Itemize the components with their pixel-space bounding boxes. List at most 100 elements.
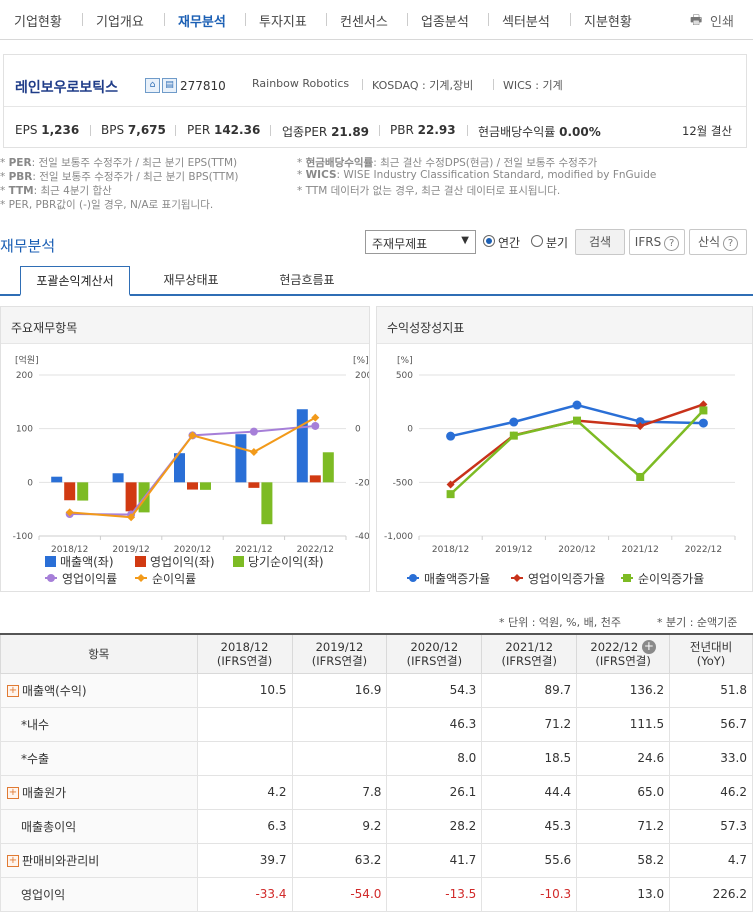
x-tick-label: 2018/12 [51,545,88,555]
bar-0-3 [235,434,247,483]
point-0-2 [572,400,582,410]
formula-button-label: 산식 [697,235,721,249]
bar-0-0 [51,476,63,483]
table-cell: 18.5 [481,740,578,776]
note-dividend: * 현금배당수익률: 최근 결산 수정DPS(현금) / 전일 보통주 수정주가 [297,157,598,169]
point-0-4 [698,418,708,428]
financial-table: 항목 2018/12 (IFRS연결) 2019/12 (IFRS연결) 2020/… [0,633,753,912]
x-tick-label: 2020/12 [558,545,595,555]
bar-2-2 [200,482,211,490]
tab-balance-sheet[interactable]: 재무상태표 [136,266,246,296]
table-cell: -33.4 [196,876,293,912]
formula-button[interactable]: 산식? [689,229,747,255]
nav-tab-2[interactable]: 재무분석 [178,11,226,30]
table-cell: 24.6 [576,740,671,776]
fiscal-month: 12월 결산 [682,124,733,138]
series-line-1 [449,403,704,486]
expand-icon[interactable]: + [7,685,19,697]
legend-label-0: 매출액증가율 [424,572,490,586]
top-nav: 기업현황 기업개요 재무분석 투자지표 컨센서스 업종분석 섹터분석 지분현황 🖶 인쇄 [0,0,753,40]
print-icon[interactable]: 🖶 [690,11,702,33]
expand-icon[interactable]: + [7,787,19,799]
legend-marker-0 [409,574,417,582]
column-header: 2022/12 + (IFRS연결) [576,633,671,674]
nav-tab-5[interactable]: 업종분석 [421,11,469,30]
radio-annual[interactable] [483,235,495,247]
radio-annual-label: 연간 [498,236,521,250]
bar-2-3 [261,482,273,525]
nav-divider [326,13,327,26]
left-tick-label: -100 [13,532,34,542]
note-pbr: * PBR: 전일 보통주 수정주가 / 최근 분기 BPS(TTM) [0,171,239,183]
note-ttm-none: * TTM 데이터가 없는 경우, 최근 결산 데이터로 표시됩니다. [297,185,561,197]
table-cell: 10.5 [196,672,293,708]
left-axis-unit: [억원] [15,354,39,366]
legend-label-1: 영업이익증가율 [528,572,605,586]
table-cell: 136.2 [576,672,671,708]
table-header-row: 항목 2018/12 (IFRS연결) 2019/12 (IFRS연결) 2020/… [0,633,753,674]
table-cell: 65.0 [576,774,671,810]
nav-tab-4[interactable]: 컨센서스 [340,11,388,30]
x-tick-label: 2019/12 [112,545,149,555]
line-point-1-3 [249,448,258,457]
nav-tab-1[interactable]: 기업개요 [96,11,144,30]
print-button[interactable]: 인쇄 [710,11,734,30]
bar-1-3 [248,482,260,488]
x-tick-label: 2022/12 [297,545,334,555]
yoy-cell: 46.2 [669,774,753,810]
table-cell: 54.3 [386,672,483,708]
home-icon[interactable]: ⌂ [145,78,160,93]
english-name: Rainbow Robotics [252,77,350,90]
point-2-4 [699,406,708,415]
tick-label: -1,000 [384,532,413,542]
row-label: 영업이익 [0,876,198,912]
row-label[interactable]: + 매출액(수익) [0,672,198,708]
sector-per-ratio: 업종PER 21.89 [282,125,370,139]
legend-line-label-0: 영업이익률 [62,572,117,586]
legend-marker-2 [623,574,631,582]
line-point-0-4 [311,421,320,430]
nav-tab-7[interactable]: 지분현황 [584,11,632,30]
bar-1-0 [64,482,76,501]
financial-items-chart: [억원] [%] 200 100 0 -100 200 0 -200 -400 2018/12 201… [13,354,369,586]
table-cell [291,740,388,776]
legend-line-label-1: 순이익률 [152,572,196,586]
nav-tab-0[interactable]: 기업현황 [14,11,62,30]
left-tick-label: 0 [27,478,33,488]
row-label[interactable]: + 판매비와관리비 [0,842,198,878]
add-column-icon[interactable]: + [641,640,656,654]
row-label[interactable]: + 매출원가 [0,774,198,810]
table-row: + 매출원가 4.2 7.8 26.1 44.4 65.0 46.2 [0,774,753,810]
column-header: 2018/12 (IFRS연결) [196,633,293,674]
column-header: 2021/12 (IFRS연결) [481,633,578,674]
nav-tab-6[interactable]: 섹터분석 [502,11,550,30]
table-cell: 16.9 [291,672,388,708]
legend-swatch-2 [233,556,244,567]
search-button[interactable]: 검색 [575,229,625,255]
expand-icon[interactable]: + [7,855,19,867]
table-cell: 45.3 [481,808,578,844]
item-header: 항목 [0,633,198,674]
legend-swatch-0 [45,556,56,567]
statement-select[interactable]: 주재무제표 ▼ [365,230,476,254]
nav-divider [488,13,489,26]
yoy-cell: 33.0 [669,740,753,776]
yoy-cell: 4.7 [669,842,753,878]
nav-tab-3[interactable]: 투자지표 [259,11,307,30]
yoy-header: 전년대비 (YoY) [669,633,753,674]
point-2-2 [573,416,581,425]
growth-indicator-chart: [%] 500 0 -500 -1,000 2018/12 2019/12 2020/12 20… [384,356,736,586]
chart-panel-right: 수익성장성지표 [%] 500 0 -500 -1,000 2018/12 2019/12 2… [376,306,753,592]
point-2-1 [509,431,518,440]
table-cell: 89.7 [481,672,578,708]
report-icon[interactable]: ▤ [162,78,177,93]
ifrs-button[interactable]: IFRS? [629,229,685,255]
tick-label: 500 [396,371,413,381]
tab-cash-flow[interactable]: 현금흐름표 [252,266,362,296]
x-tick-label: 2020/12 [174,545,211,555]
line-point-1-4 [311,413,320,422]
radio-quarter[interactable] [531,235,543,247]
right-tick-label: -200 [355,478,369,488]
tab-income-statement[interactable]: 포괄손익계산서 [20,266,130,296]
table-cell: 9.2 [291,808,388,844]
